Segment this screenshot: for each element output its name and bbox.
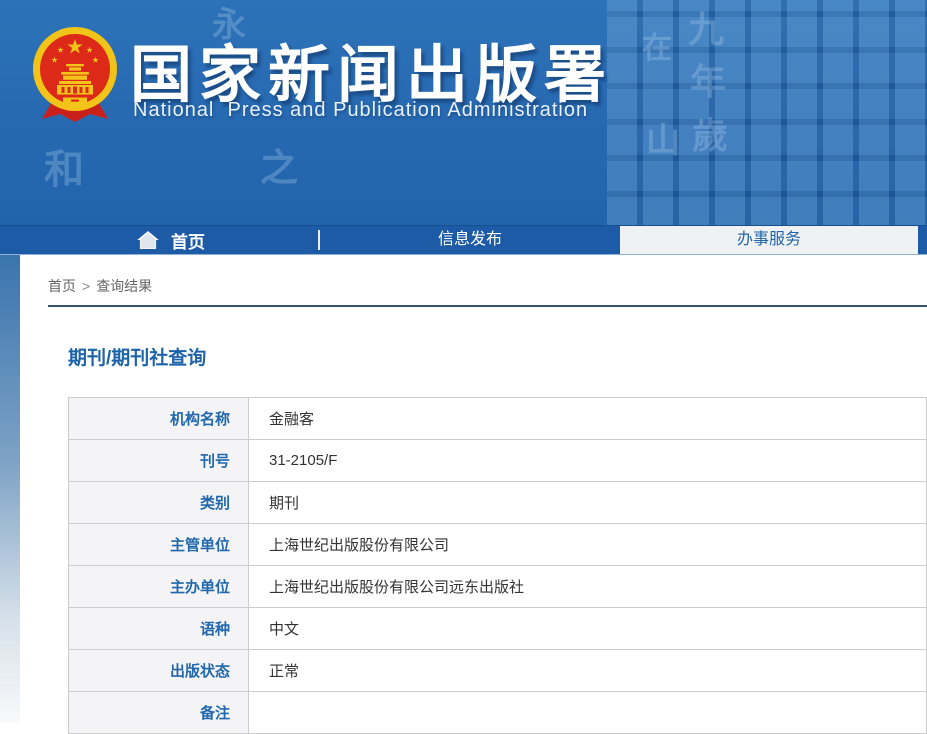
row-value: 中文 xyxy=(249,608,927,650)
table-row: 语种 中文 xyxy=(69,608,927,650)
nav-item-info[interactable]: 信息发布 xyxy=(420,226,520,254)
nav-divider xyxy=(318,230,320,250)
row-value: 上海世纪出版股份有限公司 xyxy=(249,524,927,566)
breadcrumb-separator: > xyxy=(82,278,90,294)
table-row: 机构名称 金融客 xyxy=(69,398,927,440)
row-label: 出版状态 xyxy=(69,650,249,692)
calligraphy-watermark: 之 xyxy=(260,150,298,188)
page-title: 期刊/期刊社查询 xyxy=(68,343,206,370)
table-row: 刊号 31-2105/F xyxy=(69,440,927,482)
national-emblem-icon xyxy=(30,22,120,122)
breadcrumb-divider-line xyxy=(48,305,927,307)
row-value: 期刊 xyxy=(249,482,927,524)
breadcrumb: 首页 > 查询结果 xyxy=(48,276,152,296)
table-row: 主办单位 上海世纪出版股份有限公司远东出版社 xyxy=(69,566,927,608)
table-row: 备注 xyxy=(69,692,927,734)
nav-item-services-active-tab[interactable]: 办事服务 xyxy=(620,226,918,254)
query-result-table: 机构名称 金融客 刊号 31-2105/F 类别 期刊 主管单位 上海世纪出版股… xyxy=(68,397,927,734)
row-value xyxy=(249,692,927,734)
row-value: 金融客 xyxy=(249,398,927,440)
seal-grid-watermark xyxy=(607,0,927,227)
row-label: 语种 xyxy=(69,608,249,650)
main-nav: 首页 信息发布 办事服务 xyxy=(0,225,927,256)
row-label: 类别 xyxy=(69,482,249,524)
nav-item-home[interactable]: 首页 xyxy=(137,226,205,254)
row-value: 上海世纪出版股份有限公司远东出版社 xyxy=(249,566,927,608)
calligraphy-watermark: 和 xyxy=(44,150,84,190)
table-row: 出版状态 正常 xyxy=(69,650,927,692)
home-icon xyxy=(137,231,159,249)
content-panel: 首页 > 查询结果 期刊/期刊社查询 机构名称 金融客 刊号 31-2105/F 类… xyxy=(20,255,927,723)
table-row: 主管单位 上海世纪出版股份有限公司 xyxy=(69,524,927,566)
site-header: 永 和 九 年 歲 在 山 之 国家新闻出版署 xyxy=(0,0,927,227)
row-value: 正常 xyxy=(249,650,927,692)
left-gradient-band xyxy=(0,255,20,723)
row-label: 机构名称 xyxy=(69,398,249,440)
row-value: 31-2105/F xyxy=(249,440,927,482)
nav-home-label: 首页 xyxy=(171,228,205,253)
row-label: 备注 xyxy=(69,692,249,734)
row-label: 刊号 xyxy=(69,440,249,482)
site-subtitle: National Press and Publication Administr… xyxy=(133,99,588,122)
row-label: 主管单位 xyxy=(69,524,249,566)
table-row: 类别 期刊 xyxy=(69,482,927,524)
breadcrumb-home-link[interactable]: 首页 xyxy=(48,278,76,294)
row-label: 主办单位 xyxy=(69,566,249,608)
breadcrumb-current: 查询结果 xyxy=(96,278,152,294)
